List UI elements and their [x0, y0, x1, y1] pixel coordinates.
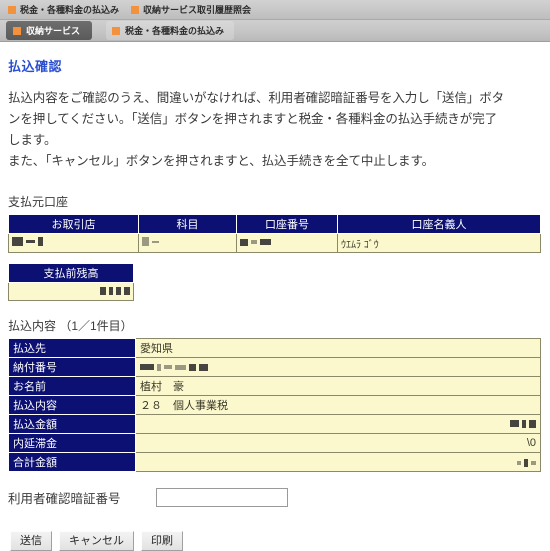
payment-detail-table: 払込先 愛知県 納付番号 お名前 植村 豪 払込内容 ２８ 個人事業税 払込金額…	[8, 338, 541, 472]
cell-branch	[8, 233, 139, 253]
column-header-balance: 支払前残高	[8, 263, 134, 283]
row-label-payment-amount: 払込金額	[8, 414, 136, 434]
table-row: ｳｴﾑﾗ ｺﾞｳ	[8, 233, 541, 253]
table-row: 払込先 愛知県	[8, 338, 541, 358]
page-title: 払込確認	[8, 59, 63, 74]
table-row: 内延滞金 \0	[8, 433, 541, 453]
orange-square-icon	[112, 26, 121, 35]
submit-button[interactable]: 送信	[10, 531, 52, 551]
row-label-late-fee: 内延滞金	[8, 433, 136, 453]
balance-table: 支払前残高	[8, 263, 134, 301]
action-button-bar: 送信 キャンセル 印刷	[10, 531, 542, 551]
source-account-section-label: 支払元口座	[8, 195, 69, 209]
row-value-payee: 愛知県	[135, 338, 541, 358]
tab-label: 税金・各種料金の払込み	[125, 26, 225, 36]
table-row: 払込金額	[8, 414, 541, 434]
column-header-account-type: 科目	[138, 214, 237, 234]
orange-square-icon	[13, 26, 21, 35]
redacted-value	[100, 286, 130, 295]
row-value-payment-content: ２８ 個人事業税	[135, 395, 541, 415]
table-row: 合計金額	[8, 452, 541, 472]
print-button[interactable]: 印刷	[141, 531, 183, 551]
row-label-total-amount: 合計金額	[8, 452, 136, 472]
row-value-late-fee: \0	[135, 433, 541, 453]
column-header-branch: お取引店	[8, 214, 139, 234]
nav-link-label: 税金・各種料金の払込み	[20, 5, 120, 15]
tab-tax-payment[interactable]: 税金・各種料金の払込み	[106, 21, 235, 40]
row-value-name: 植村 豪	[135, 376, 541, 396]
intro-line: します。	[8, 133, 57, 147]
redacted-value	[12, 237, 43, 246]
page-content: 払込確認 払込内容をご確認のうえ、間違いがなければ、利用者確認暗証番号を入力し「…	[0, 42, 550, 551]
orange-square-icon	[8, 5, 16, 14]
redacted-value	[140, 363, 208, 371]
table-header-row: お取引店 科目 口座番号 口座名義人	[8, 214, 541, 234]
nav-link-transaction-history[interactable]: 収納サービス取引履歴照会	[131, 3, 251, 16]
table-row: 納付番号	[8, 357, 541, 377]
row-label-payee: 払込先	[8, 338, 136, 358]
source-account-table: お取引店 科目 口座番号 口座名義人 ｳｴﾑﾗ ｺﾞｳ	[8, 214, 541, 253]
nav-link-tax-payment[interactable]: 税金・各種料金の払込み	[8, 3, 119, 16]
intro-line: ンを押してください。「送信」ボタンを押されますと税金・各種料金の払込手続きが完了	[8, 112, 498, 126]
intro-line: また、「キャンセル」ボタンを押されますと、払込手続きを全て中止します。	[8, 154, 435, 168]
orange-square-icon	[131, 5, 140, 14]
pin-label: 利用者確認暗証番号	[8, 492, 121, 506]
pin-input[interactable]	[156, 488, 288, 507]
cell-account-type	[138, 233, 237, 253]
column-header-account-number: 口座番号	[236, 214, 338, 234]
table-row: お名前 植村 豪	[8, 376, 541, 396]
section-tab-bar: 収納サービス 税金・各種料金の払込み	[0, 20, 550, 42]
intro-line: 払込内容をご確認のうえ、間違いがなければ、利用者確認暗証番号を入力し「送信」ボタ	[8, 91, 505, 105]
nav-link-label: 収納サービス取引履歴照会	[143, 5, 252, 15]
payment-section-label: 払込内容 （1／1件目）	[8, 319, 133, 333]
redacted-value	[240, 238, 271, 246]
cell-account-holder: ｳｴﾑﾗ ｺﾞｳ	[337, 233, 541, 253]
row-label-payment-content: 払込内容	[8, 395, 136, 415]
column-header-account-holder: 口座名義人	[337, 214, 541, 234]
redacted-value	[142, 237, 159, 246]
cell-account-number	[236, 233, 338, 253]
tab-collection-service[interactable]: 収納サービス	[6, 21, 93, 40]
row-value-payment-amount	[135, 414, 541, 434]
intro-text-block: 払込内容をご確認のうえ、間違いがなければ、利用者確認暗証番号を入力し「送信」ボタ…	[8, 89, 542, 171]
row-label-payment-number: 納付番号	[8, 357, 136, 377]
cell-balance-value	[8, 282, 134, 301]
redacted-value	[510, 419, 536, 428]
row-label-name: お名前	[8, 376, 136, 396]
table-header-row: 支払前残高	[8, 263, 134, 283]
row-value-payment-number	[135, 357, 541, 377]
redacted-value	[517, 459, 536, 467]
table-row: 払込内容 ２８ 個人事業税	[8, 395, 541, 415]
cancel-button[interactable]: キャンセル	[59, 531, 134, 551]
global-nav-bar: 税金・各種料金の払込み 収納サービス取引履歴照会	[0, 0, 550, 20]
table-row	[8, 282, 134, 301]
tab-label: 収納サービス	[26, 26, 81, 36]
row-value-total-amount	[135, 452, 541, 472]
pin-row: 利用者確認暗証番号	[8, 488, 542, 507]
